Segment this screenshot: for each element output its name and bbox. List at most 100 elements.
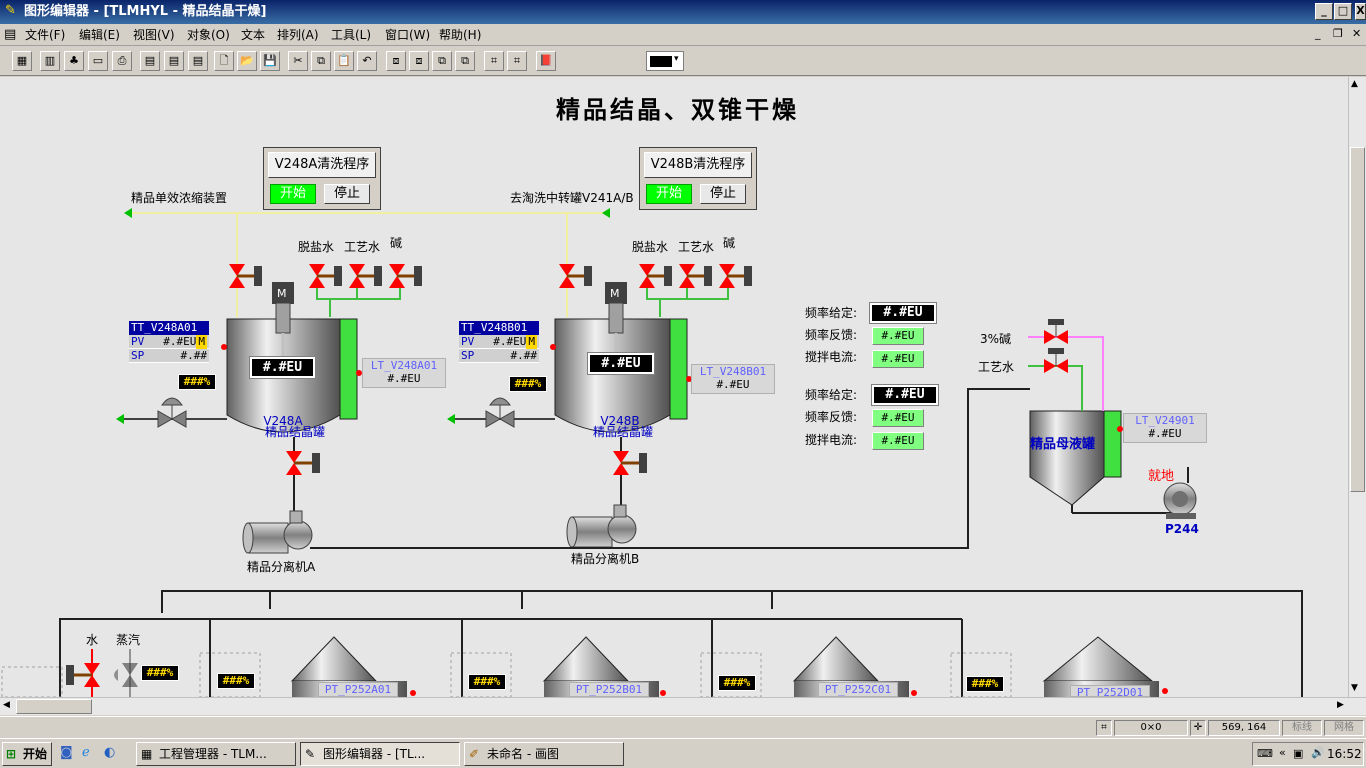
tt-b-sp[interactable]: #.## xyxy=(511,349,538,363)
temperature-controller-b[interactable]: TT_V248B01 M PV #.#EU SP #.## xyxy=(459,321,539,363)
level-transmitter-a: LT_V248A01 #.#EU xyxy=(362,358,446,388)
lt-b-value: #.#EU xyxy=(716,378,750,391)
task-paint-label: 未命名 - 画图 xyxy=(487,747,559,761)
menu-view[interactable]: 视图(V) xyxy=(130,27,178,43)
tt-b-pv: #.#EU xyxy=(493,335,527,348)
chevron-left-icon[interactable]: « xyxy=(1279,746,1286,759)
menu-object[interactable]: 对象(O) xyxy=(184,27,233,43)
status-bar: ⌗ 0×0 ✛ 569, 164 标线 网格 xyxy=(0,716,1366,738)
send-back-icon[interactable]: ⧈ xyxy=(409,51,429,71)
dryer-c-tag: PT_P252C01 xyxy=(824,683,892,696)
task-graphics-editor-label: 图形编辑器 - [TL... xyxy=(323,747,426,761)
menu-file[interactable]: 文件(F) xyxy=(22,27,68,43)
window-title: 图形编辑器 - [TLMHYL - 精品结晶干燥] xyxy=(24,4,267,19)
mdi-restore-button[interactable]: ❐ xyxy=(1333,27,1343,40)
drawing-canvas[interactable]: 精品结晶、双锥干燥 V248A清洗程序 开始 停止 V248B清洗程序 开始 停… xyxy=(0,77,1348,697)
lt-a-tag: LT_V248A01 xyxy=(370,359,438,372)
scroll-right-icon[interactable]: ▶ xyxy=(1337,700,1344,710)
menu-arrange[interactable]: 排列(A) xyxy=(274,27,322,43)
clock[interactable]: 16:52 xyxy=(1327,747,1362,761)
freq1-set-value[interactable]: #.#EU xyxy=(869,302,937,324)
vertical-scrollbar[interactable]: ▲ ▼ xyxy=(1348,77,1366,697)
project-manager-icon: ▦ xyxy=(141,747,153,761)
ie-icon[interactable]: ℯ xyxy=(82,745,90,760)
pipe-source-label: 精品单效浓缩装置 xyxy=(131,191,228,205)
group-icon[interactable]: ⧉ xyxy=(432,51,452,71)
tt-b-pv-label: PV xyxy=(461,335,475,348)
centrifuge-b-label: 精品分离机B xyxy=(571,552,640,566)
menu-text[interactable]: 文本 xyxy=(238,27,268,43)
tool-layer2-icon[interactable]: ▤ xyxy=(164,51,184,71)
scroll-left-icon[interactable]: ◀ xyxy=(3,700,10,710)
save-icon[interactable]: 💾 xyxy=(260,51,280,71)
tt-a-sp[interactable]: #.## xyxy=(181,349,208,363)
align-icon[interactable]: ⌗ xyxy=(484,51,504,71)
valve-a-opening: ###% xyxy=(178,374,216,390)
status-grid[interactable]: 网格 xyxy=(1324,720,1364,736)
scroll-up-icon[interactable]: ▲ xyxy=(1351,79,1358,89)
tt-a-pv-label: PV xyxy=(131,335,145,348)
menu-bar: ▤ 文件(F) 编辑(E) 视图(V) 对象(O) 文本 排列(A) 工具(L)… xyxy=(0,24,1366,46)
pipe-arrow-left xyxy=(124,208,132,218)
bring-front-icon[interactable]: ⧈ xyxy=(386,51,406,71)
tt-a-mode[interactable]: M xyxy=(196,335,207,349)
program-a-title[interactable]: V248A清洗程序 xyxy=(268,152,376,178)
temperature-controller-a[interactable]: TT_V248A01 M PV #.#EU SP #.## xyxy=(129,321,209,363)
color-swatch xyxy=(650,56,672,67)
tool-print-icon[interactable]: ⎙ xyxy=(112,51,132,71)
tt-b-mode[interactable]: M xyxy=(526,335,537,349)
program-a-start-button[interactable]: 开始 xyxy=(270,184,316,204)
task-paint[interactable]: ✐ 未命名 - 画图 xyxy=(464,742,624,766)
copy-icon[interactable]: ⧉ xyxy=(311,51,331,71)
menu-edit[interactable]: 编辑(E) xyxy=(76,27,123,43)
ungroup-icon[interactable]: ⧉ xyxy=(455,51,475,71)
keyboard-icon[interactable]: ⌨ xyxy=(1257,747,1273,760)
mdi-close-button[interactable]: ✕ xyxy=(1352,27,1361,40)
dryer-a-tag: PT_P252A01 xyxy=(324,683,392,696)
status-ruler[interactable]: 标线 xyxy=(1282,720,1322,736)
graphics-editor-icon: ✎ xyxy=(305,747,316,761)
tool-page-icon[interactable]: ▭ xyxy=(88,51,108,71)
volume-icon[interactable]: 🔊 xyxy=(1311,746,1325,759)
program-a-stop-button[interactable]: 停止 xyxy=(324,184,370,204)
vertical-scroll-thumb[interactable] xyxy=(1350,147,1365,492)
tool-list-icon[interactable]: ▥ xyxy=(40,51,60,71)
scroll-down-icon[interactable]: ▼ xyxy=(1351,683,1358,693)
task-project-manager[interactable]: ▦ 工程管理器 - TLM... xyxy=(136,742,296,766)
tool-layer-icon[interactable]: ▤ xyxy=(140,51,160,71)
tool-layer3-icon[interactable]: ▤ xyxy=(188,51,208,71)
menu-window[interactable]: 窗口(W) xyxy=(382,27,433,43)
paste-icon[interactable]: 📋 xyxy=(334,51,354,71)
dryer-a-pressure: PT_P252A01 xyxy=(318,682,398,697)
close-button[interactable]: X xyxy=(1355,3,1366,20)
menu-tools[interactable]: 工具(L) xyxy=(328,27,374,43)
color-picker[interactable]: ▾ xyxy=(646,51,684,71)
quicklaunch-icon-3[interactable]: ◐ xyxy=(104,745,115,760)
horizontal-scrollbar[interactable]: ◀ ▶ xyxy=(0,697,1366,715)
program-b-stop-button[interactable]: 停止 xyxy=(700,184,746,204)
quicklaunch-icon-1[interactable]: ◙ xyxy=(60,745,73,760)
menu-help[interactable]: 帮助(H) xyxy=(436,27,484,43)
distribute-icon[interactable]: ⌗ xyxy=(507,51,527,71)
size-icon: ⌗ xyxy=(1096,720,1112,736)
freq2-feedback-value: #.#EU xyxy=(872,409,924,427)
tool-grid-icon[interactable]: ▦ xyxy=(12,51,32,71)
undo-icon[interactable]: ↶ xyxy=(357,51,377,71)
program-b-start-button[interactable]: 开始 xyxy=(646,184,692,204)
minimize-button[interactable]: _ xyxy=(1315,3,1333,20)
tool-tree-icon[interactable]: ♣ xyxy=(64,51,84,71)
valve-label-process-a: 工艺水 xyxy=(344,240,381,254)
new-file-icon[interactable]: 🗋 xyxy=(214,51,234,71)
mdi-minimize-button[interactable]: _ xyxy=(1315,27,1321,40)
horizontal-scroll-thumb[interactable] xyxy=(16,699,92,714)
network-icon[interactable]: ▣ xyxy=(1293,747,1303,760)
task-graphics-editor[interactable]: ✎ 图形编辑器 - [TL... xyxy=(300,742,460,766)
program-b-title[interactable]: V248B清洗程序 xyxy=(644,152,752,178)
open-folder-icon[interactable]: 📂 xyxy=(237,51,257,71)
book-icon[interactable]: 📕 xyxy=(536,51,556,71)
cut-icon[interactable]: ✂ xyxy=(288,51,308,71)
maximize-button[interactable]: □ xyxy=(1334,3,1352,20)
page-title: 精品结晶、双锥干燥 xyxy=(556,95,799,124)
freq2-set-value[interactable]: #.#EU xyxy=(871,384,939,406)
start-button[interactable]: ⊞ 开始 xyxy=(2,742,52,766)
